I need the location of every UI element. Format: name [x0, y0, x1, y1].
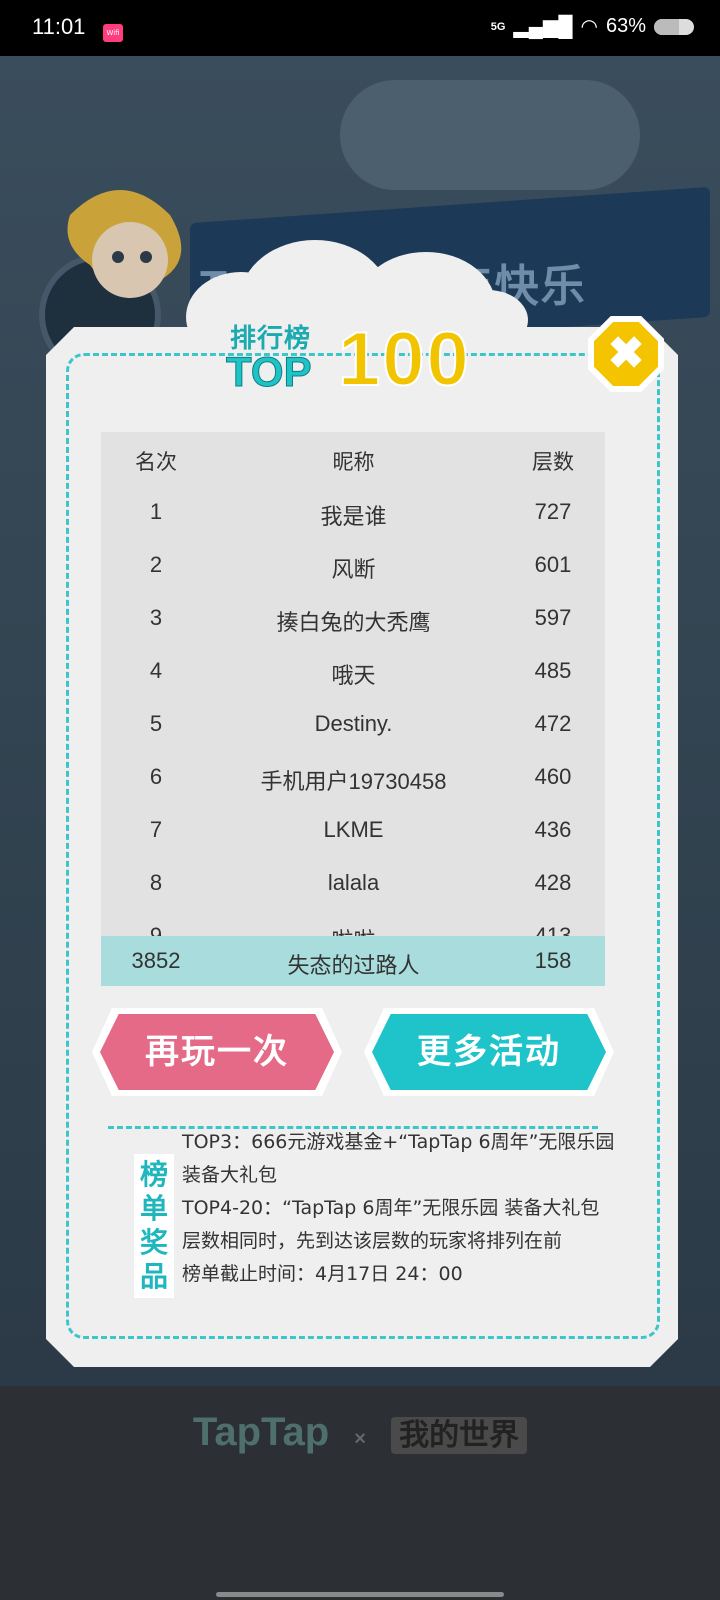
my-floors: 158	[534, 948, 572, 973]
logo-separator: ×	[354, 1428, 366, 1450]
leaderboard-title: 排行榜 TOP 100	[226, 316, 496, 403]
badge-char: 奖	[139, 1226, 168, 1259]
minecraft-logo: 我的世界	[391, 1417, 528, 1454]
row-rank: 1	[149, 499, 163, 524]
header-floors: 层数	[532, 450, 574, 474]
row-name: 风断	[331, 557, 376, 582]
play-again-label[interactable]: 再玩一次	[100, 1014, 334, 1090]
play-again-button[interactable]: 再玩一次	[92, 1008, 342, 1096]
rewards-badge: 榜 单 奖 品	[134, 1154, 174, 1298]
row-floors: 428	[534, 870, 572, 895]
row-floors: 727	[534, 499, 572, 524]
title-number: 100	[337, 316, 471, 403]
table-row: 2 风断 601	[101, 538, 605, 591]
status-time: 11:01	[32, 14, 86, 39]
table-row: 1 我是谁 727	[101, 485, 605, 538]
row-floors: 485	[534, 658, 572, 683]
header-nickname: 昵称	[332, 450, 375, 474]
reward-line-top4-20: TOP4-20：“TapTap 6周年”无限乐园 装备大礼包	[182, 1197, 600, 1219]
signal-icon: ▂▄▆█	[513, 16, 573, 38]
table-header: 名次 昵称 层数	[101, 432, 605, 485]
badge-char: 品	[139, 1260, 168, 1293]
battery-label: 63%	[605, 15, 646, 37]
status-right: 5G ▂▄▆█ ◠ 63%	[491, 14, 694, 39]
row-name: 我是谁	[320, 504, 387, 529]
taptap-logo: TapTap	[192, 1410, 330, 1454]
row-rank: 3	[149, 605, 163, 630]
row-rank: 4	[149, 658, 163, 683]
row-floors: 460	[534, 764, 572, 789]
app-notification-icon: Wifi	[103, 24, 123, 42]
row-name: 手机用户19730458	[260, 769, 447, 794]
more-events-label[interactable]: 更多活动	[372, 1014, 606, 1090]
reward-line-deadline: 榜单截止时间：4月17日 24：00	[182, 1263, 463, 1285]
row-rank: 5	[149, 711, 163, 736]
background-cloud	[340, 80, 640, 190]
row-floors: 472	[534, 711, 572, 736]
row-floors: 601	[534, 552, 572, 577]
reward-line-tiebreak: 层数相同时，先到达该层数的玩家将排列在前	[182, 1230, 563, 1252]
row-rank: 2	[149, 552, 163, 577]
row-floors: 597	[534, 605, 572, 630]
table-row: 8 lalala 428	[101, 856, 605, 909]
table-row: 7 LKME 436	[101, 803, 605, 856]
row-name: LKME	[323, 817, 384, 842]
status-bar: 11:01 Wifi 5G ▂▄▆█ ◠ 63%	[0, 0, 720, 56]
table-row: 6 手机用户19730458 460	[101, 750, 605, 803]
table-row: 3 揍白兔的大秃鹰 597	[101, 591, 605, 644]
more-events-button[interactable]: 更多活动	[364, 1008, 614, 1096]
table-row: 4 哦天 485	[101, 644, 605, 697]
title-top: TOP	[226, 348, 313, 396]
my-rank-row: 3852 失态的过路人 158	[101, 936, 605, 986]
close-button[interactable]: ✖	[588, 316, 664, 392]
row-name: 哦天	[331, 663, 376, 688]
close-icon[interactable]: ✖	[594, 322, 658, 386]
wifi-icon: ◠	[580, 16, 598, 38]
table-row: 5 Destiny. 472	[101, 697, 605, 750]
row-name: lalala	[327, 870, 380, 895]
my-rank: 3852	[131, 948, 181, 973]
badge-char: 榜	[139, 1158, 168, 1191]
row-rank: 7	[149, 817, 163, 842]
row-rank: 6	[149, 764, 163, 789]
footer-logos: TapTap × 我的世界	[0, 1410, 720, 1455]
row-name: Destiny.	[314, 711, 393, 736]
network-icon: 5G	[490, 20, 506, 33]
home-indicator[interactable]	[216, 1592, 504, 1597]
row-rank: 8	[149, 870, 163, 895]
my-name: 失态的过路人	[287, 953, 420, 978]
row-name: 揍白兔的大秃鹰	[276, 610, 431, 635]
reward-line-top3: TOP3：666元游戏基金+“TapTap 6周年”无限乐园 装备大礼包	[182, 1131, 615, 1186]
header-rank: 名次	[135, 450, 177, 474]
rewards-text: TOP3：666元游戏基金+“TapTap 6周年”无限乐园 装备大礼包 TOP…	[182, 1126, 627, 1291]
battery-icon	[654, 18, 694, 35]
leaderboard-table[interactable]: 名次 昵称 层数 1 我是谁 727 2 风断 601 3 揍白兔的大秃鹰 59…	[101, 432, 605, 986]
badge-char: 单	[139, 1192, 168, 1225]
row-floors: 436	[534, 817, 572, 842]
